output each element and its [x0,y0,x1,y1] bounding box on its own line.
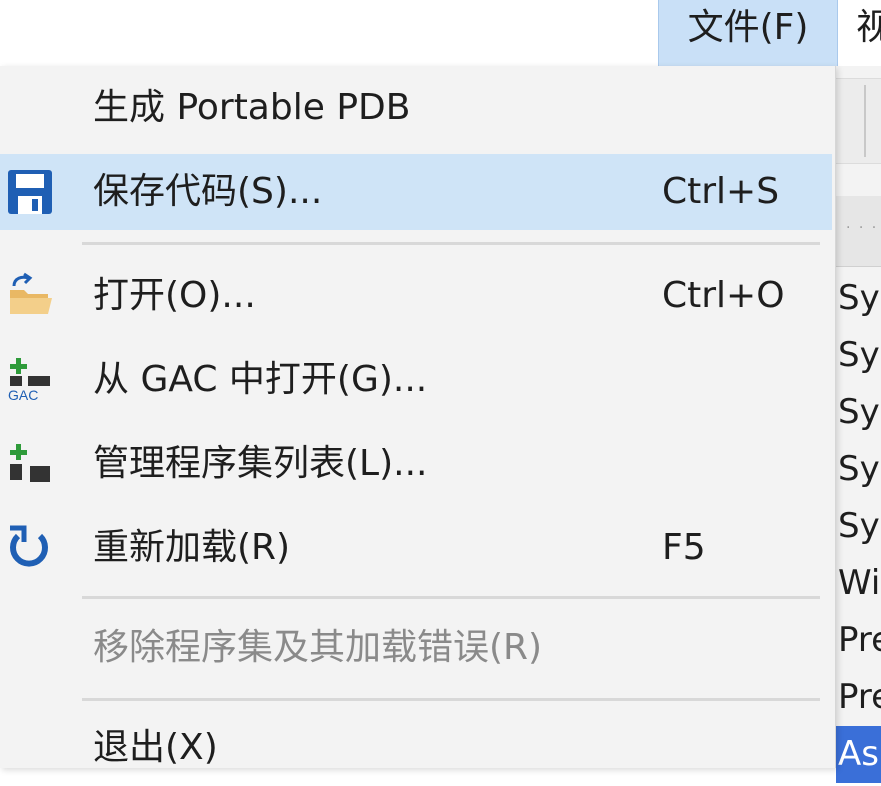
tree-item[interactable]: Sys [836,384,881,441]
menu-item-label: 退出(X) [93,727,218,768]
menu-item-shortcut: Ctrl+O [662,275,785,316]
tree-item[interactable]: Sys [836,441,881,498]
menu-view[interactable]: 视 [856,0,881,56]
tree-item-selected[interactable]: As [836,726,881,783]
file-dropdown-menu: 生成 Portable PDB 保存代码(S)... Ctrl+S 打开(O).… [0,66,836,768]
assembly-tree: Sys Sys Sys Sys Sys Wi Pre Pre As [836,270,881,783]
menu-item-shortcut: F5 [662,527,706,568]
menu-item-shortcut: Ctrl+S [662,171,780,212]
menu-separator [82,242,820,245]
save-icon [4,168,56,216]
assembly-list-icon [4,440,56,488]
tree-item[interactable]: Sys [836,498,881,555]
menu-bar: 文件(F) 视 [0,0,881,66]
menu-item-generate-pdb[interactable]: 生成 Portable PDB [0,70,832,146]
gac-icon: GAC [4,356,56,404]
svg-text:GAC: GAC [8,387,38,403]
background-toolbar [836,78,881,164]
menu-item-label: 生成 Portable PDB [93,87,411,128]
menu-separator [82,698,820,701]
menu-item-label: 管理程序集列表(L)... [93,443,428,484]
menu-item-reload[interactable]: 重新加载(R) F5 [0,510,832,586]
menu-item-exit[interactable]: 退出(X) [0,710,832,786]
tree-item[interactable]: Wi [836,555,881,612]
menu-item-label: 从 GAC 中打开(G)... [93,359,428,400]
open-folder-icon [4,272,56,320]
menu-item-remove-failed-assemblies: 移除程序集及其加载错误(R) [0,610,832,686]
menu-file[interactable]: 文件(F) [658,0,838,66]
menu-item-label: 保存代码(S)... [93,171,323,212]
menu-item-label: 打开(O)... [93,275,256,316]
menu-separator [82,596,820,599]
menu-item-label: 移除程序集及其加载错误(R) [93,627,543,668]
tree-item[interactable]: Pre [836,612,881,669]
tree-item[interactable]: Sys [836,327,881,384]
grip-dots-icon: · · · [846,220,879,236]
background-panel-header: · · · [836,196,881,267]
tree-item[interactable]: Sys [836,270,881,327]
menu-item-open[interactable]: 打开(O)... Ctrl+O [0,258,832,334]
menu-item-manage-assembly-list[interactable]: 管理程序集列表(L)... [0,426,832,502]
menu-item-save-code[interactable]: 保存代码(S)... Ctrl+S [0,154,832,230]
menu-item-open-from-gac[interactable]: GAC 从 GAC 中打开(G)... [0,342,832,418]
toolbar-separator [864,85,866,157]
tree-item[interactable]: Pre [836,669,881,726]
menu-item-label: 重新加载(R) [93,527,291,568]
reload-icon [4,524,56,572]
